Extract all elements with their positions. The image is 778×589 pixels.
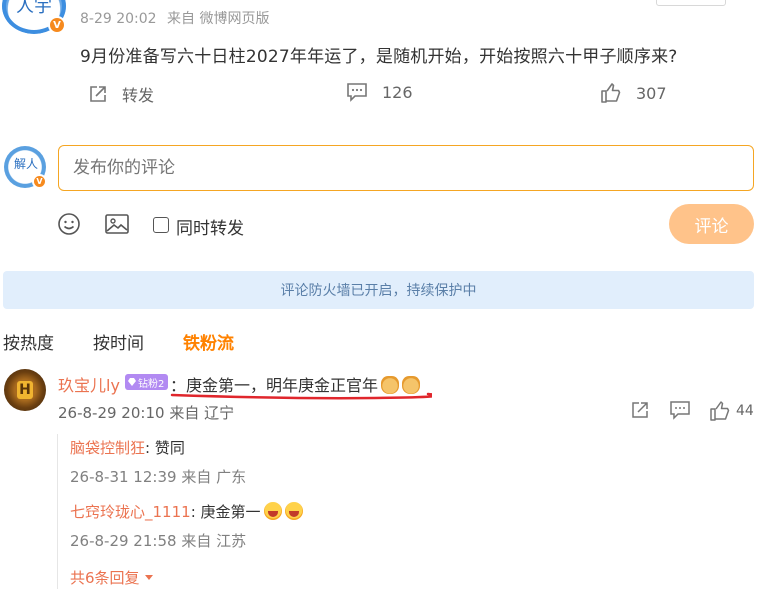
- repost-checkbox[interactable]: [153, 217, 169, 233]
- comment-button[interactable]: 126: [346, 82, 413, 102]
- tab-time[interactable]: 按时间: [93, 329, 144, 354]
- fan-badge-label: 钻粉2: [138, 378, 165, 390]
- reply-username[interactable]: 脑袋控制狂: [70, 439, 145, 457]
- comment-time: 26-8-29 20:10: [58, 404, 165, 422]
- follow-button[interactable]: [656, 0, 726, 6]
- reply-meta: 26-8-31 12:39 来自 广东: [70, 466, 246, 487]
- repost-icon: [90, 86, 106, 102]
- laugh-emoji-icon: [263, 502, 282, 520]
- comment-like-count: 44: [736, 403, 754, 419]
- reply-item: 脑袋控制狂: 赞同: [70, 437, 185, 458]
- tab-hot[interactable]: 按热度: [3, 329, 54, 354]
- avatar-glyph: H: [17, 381, 33, 399]
- comment-location: 来自 辽宁: [169, 404, 235, 422]
- like-icon: [601, 83, 621, 103]
- comment-input[interactable]: [58, 145, 754, 191]
- reply-item: 七窍玲珑心_1111: 庚金第一: [70, 501, 303, 522]
- comment-repost-icon[interactable]: [630, 400, 650, 420]
- repost-checkbox-label[interactable]: 同时转发: [176, 214, 244, 239]
- more-replies-button[interactable]: 共6条回复: [70, 567, 154, 588]
- post-text: 9月份准备写六十日柱2027年年运了，是随机开始，开始按照六十甲子顺序来?: [80, 47, 678, 67]
- reply-text: : 赞同: [145, 439, 185, 457]
- like-button[interactable]: 307: [600, 82, 667, 104]
- reply-time: 26-8-31 12:39: [70, 468, 177, 486]
- post-meta: 8-29 20:02 来自 微博网页版: [80, 8, 275, 28]
- repost-label: 转发: [122, 86, 155, 105]
- comment-reply-icon[interactable]: [669, 400, 691, 420]
- post-time[interactable]: 8-29 20:02: [80, 11, 157, 27]
- comment-count: 126: [382, 82, 413, 102]
- diamond-icon: [128, 378, 136, 386]
- laugh-emoji-icon: [284, 502, 303, 520]
- more-replies-label: 共6条回复: [70, 569, 140, 587]
- reply-meta: 26-8-29 21:58 来自 江苏: [70, 530, 246, 551]
- commenter-avatar[interactable]: H: [4, 369, 46, 411]
- repost-button[interactable]: 转发: [88, 82, 154, 106]
- reply-text: : 庚金第一: [190, 503, 261, 521]
- post-source: 来自 微博网页版: [167, 11, 270, 27]
- emoji-icon[interactable]: [57, 212, 81, 236]
- like-count: 307: [636, 83, 667, 103]
- reply-location: 来自 江苏: [181, 532, 247, 550]
- comment-icon: [347, 83, 367, 102]
- commenter-username[interactable]: 玖宝儿ly: [58, 372, 120, 396]
- chevron-down-icon: [145, 575, 154, 580]
- comment-meta: 26-8-29 20:10 来自 辽宁: [58, 402, 234, 423]
- comment-like-icon[interactable]: [709, 400, 731, 422]
- reply-time: 26-8-29 21:58: [70, 532, 177, 550]
- firewall-notice: 评论防火墙已开启，持续保护中: [3, 271, 754, 309]
- avatar-glyph: 解人: [14, 157, 39, 171]
- verified-badge-icon: V: [32, 174, 47, 189]
- submit-comment-button[interactable]: 评论: [669, 204, 754, 244]
- fan-level-badge[interactable]: 钻粉2: [125, 374, 169, 390]
- verified-badge-icon: V: [48, 16, 66, 34]
- tab-iron-fans[interactable]: 铁粉流: [183, 329, 234, 354]
- reply-thread-line: [57, 434, 58, 589]
- reply-location: 来自 广东: [181, 468, 247, 486]
- reply-username[interactable]: 七窍玲珑心_1111: [70, 503, 191, 521]
- image-icon[interactable]: [104, 212, 130, 236]
- avatar-glyph: 人宇: [16, 0, 52, 17]
